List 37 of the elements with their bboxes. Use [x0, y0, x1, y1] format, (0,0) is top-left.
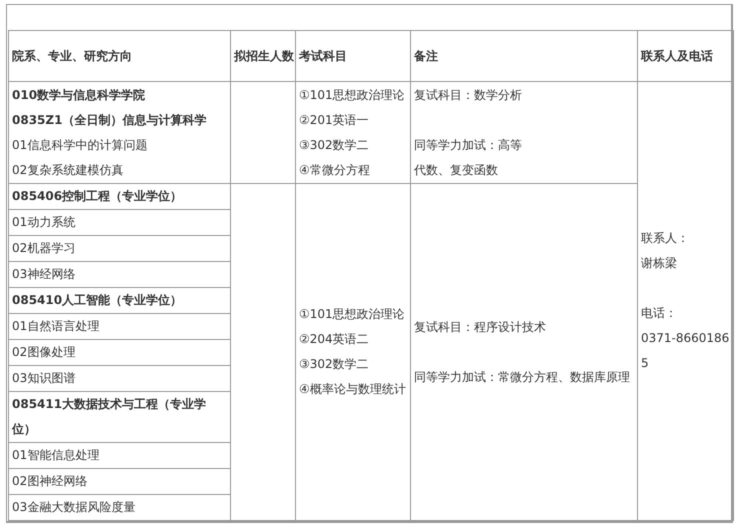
column-header: 院系、专业、研究方向	[12, 48, 132, 62]
research-direction: 02复杂系统建模仿真	[12, 162, 124, 178]
remark-text: 复试科目：程序设计技术	[414, 318, 547, 336]
research-direction: 01信息科学中的计算问题	[12, 136, 148, 154]
research-direction: 03知识图谱	[12, 370, 76, 387]
contact-text: 0371-86601865	[641, 330, 730, 372]
column-header: 拟招生人数	[234, 48, 294, 62]
research-direction: 03金融大数据风险度量	[12, 499, 136, 516]
contact-text: 谢栋梁	[641, 255, 678, 272]
research-direction: 02图像处理	[12, 344, 76, 361]
program-heading: 085411大数据技术与工程（专业学位）	[12, 396, 208, 438]
contact-text: 联系人：	[641, 230, 690, 247]
remark-text: 复试科目：数学分析	[414, 86, 523, 104]
exam-subject: ②204英语二	[299, 331, 370, 348]
exam-subject: ①101思想政治理论	[299, 306, 406, 323]
column-header: 备注	[414, 48, 438, 62]
program-heading: 085406控制工程（专业学位）	[12, 188, 184, 205]
research-direction: 03神经网络	[12, 266, 76, 283]
exam-subject: ②201英语一	[299, 112, 370, 128]
remark-text: 同等学力加试：高等 代数、复变函数	[414, 136, 523, 178]
program-heading: 085410人工智能（专业学位）	[12, 292, 184, 309]
program-heading: 0835Z1（全日制）信息与计算科学	[12, 112, 208, 128]
research-direction: 02机器学习	[12, 240, 76, 257]
exam-subject: ③302数学二	[299, 356, 370, 373]
remark-text: 同等学力加试：常微分方程、数据库原理	[414, 368, 631, 386]
research-direction: 01自然语言处理	[12, 318, 100, 335]
research-direction: 01智能信息处理	[12, 447, 100, 464]
column-header: 联系人及电话	[641, 48, 713, 62]
exam-subject: ③302数学二	[299, 136, 370, 154]
exam-subject: ①101思想政治理论	[299, 86, 406, 104]
exam-subject: ④概率论与数理统计	[299, 381, 407, 398]
contact-text: 电话：	[641, 305, 678, 322]
research-direction: 01动力系统	[12, 214, 76, 231]
program-heading: 010数学与信息科学学院	[12, 86, 146, 104]
research-direction: 02图神经网络	[12, 473, 88, 490]
exam-subject: ④常微分方程	[299, 162, 371, 178]
column-header: 考试科目	[299, 48, 347, 62]
